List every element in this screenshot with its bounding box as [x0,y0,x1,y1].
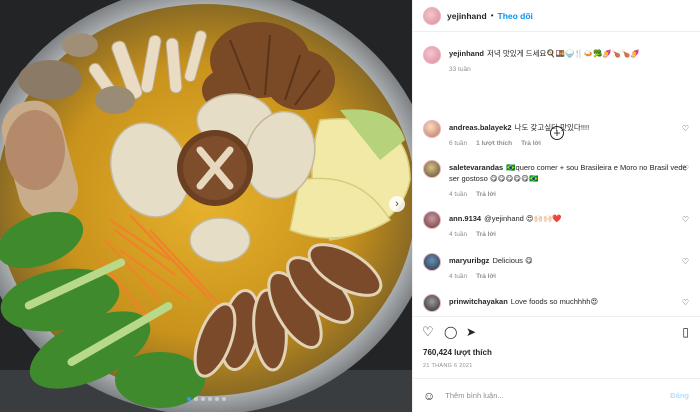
likes-count[interactable]: 760,424 lượt thích [423,348,492,357]
action-bar: ♡ ◯ ➤ ▯ [413,316,700,350]
comment-icon[interactable]: ◯ [444,325,457,339]
follow-button[interactable]: Theo dõi [498,11,533,21]
instagram-post: › yejinhand • Theo dõi yejinhand 저녁 맛있게 드… [0,0,700,412]
comment-composer: ☺ Đăng [413,378,700,412]
comment-heart-icon[interactable]: ♡ [682,215,689,224]
comment-body: saletevarandas 🇧🇷quero comer + sou Brasil… [449,162,687,200]
comment-avatar[interactable] [423,253,441,271]
comment-username[interactable]: andreas.balayek2 [449,123,512,132]
author-avatar[interactable] [423,6,441,25]
caption-time: 33 tuần [449,66,471,73]
comment-avatar[interactable] [423,211,441,229]
comment-username[interactable]: saletevarandas [449,163,503,172]
comment-body: maryuribgz Delicious 😋 4 tuần Trả lời [449,255,687,282]
comment-text: Delicious 😋 [492,256,533,265]
comment-body: andreas.balayek2 나도 갖고싶다 맛있다!!!! 6 tuần 1… [449,122,687,149]
caption: yejinhand 저녁 맛있게 드세요🍳🍱🍚🍴🍛🥦🍠🍗🍗🍠 33 tuần [423,46,693,80]
comment-username[interactable]: ann.9134 [449,214,481,223]
carousel-dot [193,397,198,401]
carousel-dot [186,397,191,401]
reply-button[interactable]: Trả lời [476,189,496,200]
comment-avatar[interactable] [423,160,441,178]
comment-time: 4 tuần [449,273,468,280]
carousel-dot [200,397,205,401]
comment-time: 4 tuần [449,231,468,238]
comment-body: ann.9134 @yejinhand 😍🙌🏻🙌🏻❤️ 4 tuần Trả lờ… [449,213,687,240]
post-header: yejinhand • Theo dõi [413,0,700,32]
comment-text: @yejinhand 😍🙌🏻🙌🏻❤️ [484,214,562,223]
comment-time: 4 tuần [449,191,468,198]
carousel-dot [207,397,212,401]
reply-button[interactable]: Trả lời [521,138,541,149]
reply-button[interactable]: Trả lời [476,271,496,282]
carousel-dot [221,397,226,401]
comment-heart-icon[interactable]: ♡ [682,164,689,173]
caption-text: 저녁 맛있게 드세요🍳🍱🍚🍴🍛🥦🍠🍗🍗🍠 [487,49,640,58]
bookmark-icon[interactable]: ▯ [682,325,689,339]
emoji-icon[interactable]: ☺ [423,389,435,403]
comment-username[interactable]: prinwitchayakan [449,297,508,306]
reply-button[interactable]: Trả lời [476,229,496,240]
caption-avatar[interactable] [423,46,441,64]
heart-icon[interactable]: ♡ [422,325,434,339]
carousel-dot [214,397,219,401]
comment-text: 나도 갖고싶다 맛있다!!!! [514,123,590,132]
caption-body: yejinhand 저녁 맛있게 드세요🍳🍱🍚🍴🍛🥦🍠🍗🍗🍠 33 tuần [449,48,687,75]
send-icon[interactable]: ➤ [466,325,476,339]
carousel-dots [0,397,412,401]
comment-avatar[interactable] [423,120,441,138]
comment-heart-icon[interactable]: ♡ [682,298,689,307]
post-comment-button[interactable]: Đăng [670,391,689,400]
separator-dot: • [490,11,494,20]
hotpot-image [0,0,412,412]
caption-username[interactable]: yejinhand [449,49,484,58]
comment-username[interactable]: maryuribgz [449,256,489,265]
comment-body: prinwitchayakan Love foods so muchhhh😍 [449,296,687,307]
author-username[interactable]: yejinhand [447,11,487,21]
comment-text: Love foods so muchhhh😍 [510,297,599,306]
post-sidebar: yejinhand • Theo dõi yejinhand 저녁 맛있게 드세요… [412,0,700,412]
comment-heart-icon[interactable]: ♡ [682,124,689,133]
comment-heart-icon[interactable]: ♡ [682,257,689,266]
comment-likes[interactable]: 1 lượt thích [476,138,512,149]
comment-time: 6 tuần [449,140,468,147]
post-date: 21 THÁNG 6 2021 [423,363,473,369]
carousel-next-button[interactable]: › [389,196,405,212]
comment-input[interactable] [445,391,646,400]
comment-avatar[interactable] [423,294,441,312]
post-photo[interactable]: › [0,0,412,412]
